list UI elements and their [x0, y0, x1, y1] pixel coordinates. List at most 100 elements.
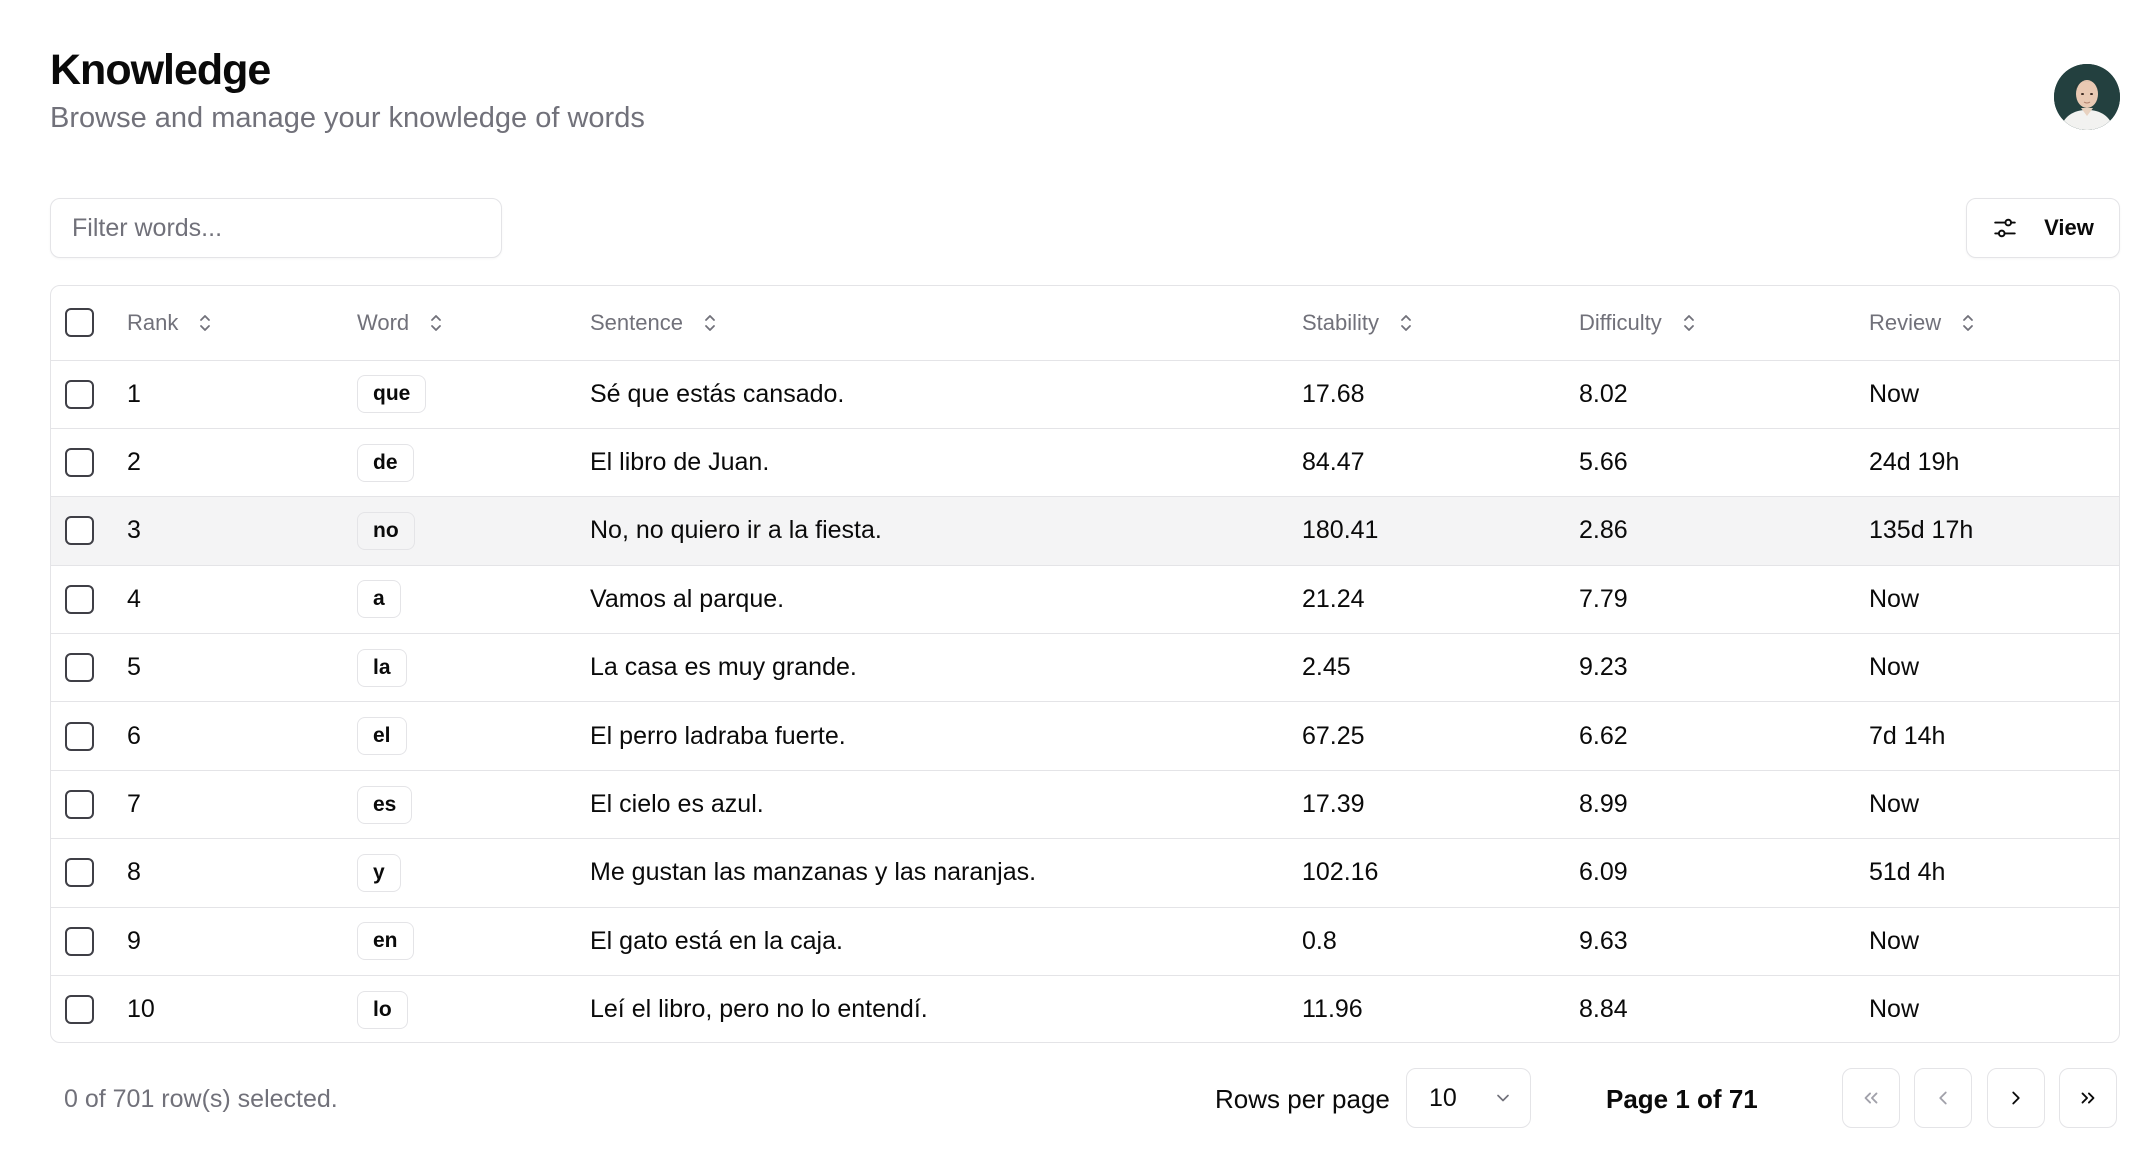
stability-cell: 21.24 [1302, 584, 1365, 613]
table-row[interactable]: 6 el El perro ladraba fuerte. 67.25 6.62… [51, 701, 2119, 770]
word-badge: y [357, 853, 401, 892]
select-all-cell [51, 286, 127, 360]
first-page-button[interactable] [1842, 1068, 1900, 1128]
stability-cell: 102.16 [1302, 858, 1379, 887]
difficulty-cell: 8.02 [1579, 379, 1628, 408]
column-header-label: Word [357, 309, 410, 335]
stability-cell: 2.45 [1302, 653, 1351, 682]
chevrons-up-down-icon [431, 314, 442, 331]
rank-cell: 3 [127, 516, 141, 545]
column-header-label: Difficulty [1579, 309, 1662, 335]
word-badge: a [357, 580, 401, 619]
row-select-checkbox[interactable] [65, 790, 94, 820]
chevron-down-icon [1496, 1094, 1509, 1102]
table-row[interactable]: 1 que Sé que estás cansado. 17.68 8.02 N… [51, 360, 2119, 428]
sentence-cell: Leí el libro, pero no lo entendí. [590, 995, 928, 1024]
column-header-sentence[interactable]: Sentence [590, 286, 1302, 360]
chevrons-left-icon [1864, 1092, 1878, 1104]
review-cell: Now [1869, 653, 1920, 682]
table-row[interactable]: 4 a Vamos al parque. 21.24 7.79 Now [51, 565, 2119, 633]
filter-words-input[interactable] [50, 198, 502, 258]
sliders-icon [1994, 218, 2016, 238]
table-row[interactable]: 10 lo Leí el libro, pero no lo entendí. … [51, 975, 2119, 1042]
row-select-checkbox[interactable] [65, 379, 94, 409]
difficulty-cell: 8.99 [1579, 790, 1628, 819]
stability-cell: 67.25 [1302, 721, 1365, 750]
difficulty-cell: 6.62 [1579, 721, 1628, 750]
review-cell: 7d 14h [1869, 721, 1946, 750]
sentence-cell: El cielo es azul. [590, 790, 764, 819]
rank-cell: 2 [127, 448, 141, 477]
table-row[interactable]: 7 es El cielo es azul. 17.39 8.99 Now [51, 770, 2119, 838]
table-row[interactable]: 9 en El gato está en la caja. 0.8 9.63 N… [51, 907, 2119, 975]
column-header-rank[interactable]: Rank [127, 286, 357, 360]
stability-cell: 84.47 [1302, 448, 1365, 477]
row-select-checkbox[interactable] [65, 858, 94, 888]
review-cell: 51d 4h [1869, 858, 1946, 887]
table-row[interactable]: 5 la La casa es muy grande. 2.45 9.23 No… [51, 633, 2119, 702]
stability-cell: 0.8 [1302, 926, 1337, 955]
sentence-cell: La casa es muy grande. [590, 653, 857, 682]
row-select-checkbox[interactable] [65, 516, 94, 546]
word-badge: no [357, 511, 415, 550]
difficulty-cell: 7.79 [1579, 584, 1628, 613]
avatar[interactable] [2054, 64, 2120, 130]
rank-cell: 8 [127, 858, 141, 887]
word-badge: lo [357, 990, 408, 1029]
row-select-checkbox[interactable] [65, 995, 94, 1025]
column-header-label: Review [1869, 309, 1942, 335]
difficulty-cell: 5.66 [1579, 448, 1628, 477]
row-select-checkbox[interactable] [65, 584, 94, 614]
column-header-difficulty[interactable]: Difficulty [1579, 286, 1869, 360]
difficulty-cell: 8.84 [1579, 995, 1628, 1024]
selected-rows-count: 0 of 701 row(s) selected. [64, 1085, 338, 1113]
review-cell: 135d 17h [1869, 516, 1974, 545]
column-header-label: Sentence [590, 309, 683, 335]
knowledge-table: Rank Word Sentence Stability Difficulty … [50, 285, 2120, 1043]
row-select-checkbox[interactable] [65, 653, 94, 683]
page-title: Knowledge [50, 46, 271, 94]
chevron-right-icon [2012, 1091, 2020, 1105]
next-page-button[interactable] [1987, 1068, 2045, 1128]
word-badge: el [357, 717, 407, 756]
page-subtitle: Browse and manage your knowledge of word… [50, 102, 645, 134]
difficulty-cell: 9.23 [1579, 653, 1628, 682]
rows-per-page-value: 10 [1429, 1083, 1457, 1112]
knowledge-page: Knowledge Browse and manage your knowled… [0, 0, 2138, 1152]
view-options-button[interactable]: View [1966, 198, 2120, 258]
word-badge: de [357, 443, 414, 482]
rank-cell: 1 [127, 379, 141, 408]
rows-per-page-select[interactable]: 10 [1406, 1068, 1531, 1128]
avatar-image [2054, 64, 2120, 130]
sentence-cell: El gato está en la caja. [590, 926, 843, 955]
column-header-label: Stability [1302, 309, 1380, 335]
table-pagination: 0 of 701 row(s) selected. Rows per page … [50, 1068, 2120, 1130]
rank-cell: 9 [127, 926, 141, 955]
column-header-stability[interactable]: Stability [1302, 286, 1579, 360]
review-cell: Now [1869, 379, 1920, 408]
chevron-left-icon [1939, 1091, 1947, 1105]
column-header-review[interactable]: Review [1869, 286, 2119, 360]
rank-cell: 4 [127, 584, 141, 613]
table-row[interactable]: 8 y Me gustan las manzanas y las naranja… [51, 838, 2119, 907]
select-all-checkbox[interactable] [65, 308, 94, 338]
chevrons-up-down-icon [1683, 314, 1694, 331]
previous-page-button[interactable] [1914, 1068, 1972, 1128]
chevrons-up-down-icon [705, 314, 715, 331]
page-indicator: Page 1 of 71 [1606, 1084, 1758, 1114]
row-select-checkbox[interactable] [65, 448, 94, 478]
table-row[interactable]: 3 no No, no quiero ir a la fiesta. 180.4… [51, 496, 2119, 566]
word-badge: en [357, 922, 414, 961]
column-header-word[interactable]: Word [357, 286, 590, 360]
sentence-cell: Vamos al parque. [590, 584, 785, 613]
row-select-checkbox[interactable] [65, 926, 94, 956]
review-cell: Now [1869, 995, 1920, 1024]
review-cell: 24d 19h [1869, 448, 1960, 477]
row-select-checkbox[interactable] [65, 721, 94, 751]
table-row[interactable]: 2 de El libro de Juan. 84.47 5.66 24d 19… [51, 428, 2119, 496]
page-header: Knowledge Browse and manage your knowled… [50, 44, 645, 136]
difficulty-cell: 6.09 [1579, 858, 1628, 887]
table-header-row: Rank Word Sentence Stability Difficulty … [51, 286, 2119, 360]
sentence-cell: El perro ladraba fuerte. [590, 721, 846, 750]
last-page-button[interactable] [2059, 1068, 2117, 1128]
